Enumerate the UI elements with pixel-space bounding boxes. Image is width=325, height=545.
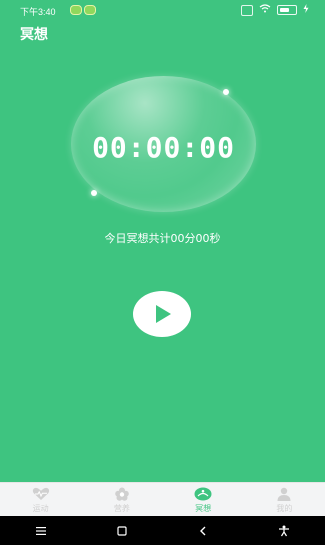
- accessibility-button[interactable]: [264, 516, 304, 545]
- home-square-icon: [117, 525, 127, 536]
- battery-icon: [277, 5, 297, 15]
- home-button[interactable]: [102, 516, 142, 545]
- back-chevron-icon: [200, 526, 206, 535]
- timer-display: 00:00:00: [92, 131, 235, 164]
- accessibility-icon: [279, 525, 290, 536]
- heart-pulse-icon: [32, 487, 50, 501]
- status-icons: [241, 4, 309, 16]
- tab-label: 冥想: [195, 504, 212, 513]
- tab-label: 营养: [113, 504, 130, 513]
- tab-meditation[interactable]: 冥想: [163, 483, 243, 517]
- status-time: 下午3:40: [20, 7, 56, 17]
- menu-button[interactable]: [21, 516, 61, 545]
- page-title: 冥想: [20, 26, 48, 42]
- wifi-icon: [259, 4, 271, 16]
- daily-meditation-summary: 今日冥想共计00分00秒: [104, 232, 221, 245]
- bubble-highlight-icon: [91, 190, 97, 196]
- menu-icon: [35, 526, 46, 535]
- tab-profile[interactable]: 我的: [244, 483, 324, 517]
- meditation-screen: 下午3:40 冥想 00:00:00 今日冥想共计00分00秒 运动 营养 冥想…: [0, 0, 325, 545]
- system-navigation-bar: [0, 516, 325, 545]
- flower-icon: [113, 487, 131, 501]
- tab-label: 我的: [276, 504, 293, 513]
- meditation-icon: [194, 487, 212, 501]
- notification-badge-icon: [70, 5, 82, 15]
- person-icon: [275, 487, 293, 501]
- bubble-highlight-icon: [223, 89, 229, 95]
- play-icon: [156, 305, 171, 323]
- notification-badge-icon: [84, 5, 96, 15]
- back-button[interactable]: [183, 516, 223, 545]
- screen-record-icon: [241, 4, 253, 16]
- tab-nutrition[interactable]: 营养: [82, 483, 162, 517]
- charging-icon: [303, 4, 309, 16]
- tab-label: 运动: [32, 504, 49, 513]
- bottom-tab-bar: 运动 营养 冥想 我的: [0, 482, 325, 517]
- status-bar: 下午3:40: [0, 0, 325, 20]
- play-button[interactable]: [133, 291, 191, 337]
- tab-exercise[interactable]: 运动: [1, 483, 81, 517]
